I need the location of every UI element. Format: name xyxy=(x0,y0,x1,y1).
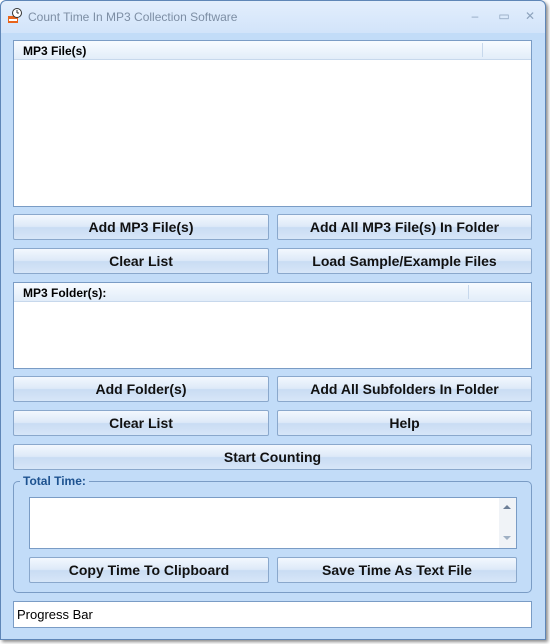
clear-folders-list-button[interactable]: Clear List xyxy=(13,410,269,436)
title-bar[interactable]: Count Time In MP3 Collection Software – … xyxy=(1,1,545,33)
add-mp3-files-button[interactable]: Add MP3 File(s) xyxy=(13,214,269,240)
copy-time-button[interactable]: Copy Time To Clipboard xyxy=(29,557,269,583)
save-time-button[interactable]: Save Time As Text File xyxy=(277,557,517,583)
app-window: Count Time In MP3 Collection Software – … xyxy=(0,0,546,640)
app-icon xyxy=(8,8,22,23)
column-separator[interactable] xyxy=(468,285,469,299)
total-time-output[interactable] xyxy=(29,497,517,549)
window-title: Count Time In MP3 Collection Software xyxy=(28,10,238,24)
add-folders-button[interactable]: Add Folder(s) xyxy=(13,376,269,402)
total-time-label: Total Time: xyxy=(20,474,89,488)
progress-bar-label: Progress Bar xyxy=(17,607,93,622)
add-all-subfolders-button[interactable]: Add All Subfolders In Folder xyxy=(277,376,532,402)
mp3-files-list[interactable]: MP3 File(s) xyxy=(13,40,532,207)
load-sample-files-button[interactable]: Load Sample/Example Files xyxy=(277,248,532,274)
add-all-mp3-in-folder-button[interactable]: Add All MP3 File(s) In Folder xyxy=(277,214,532,240)
scroll-up-icon[interactable] xyxy=(503,505,511,509)
clear-files-list-button[interactable]: Clear List xyxy=(13,248,269,274)
mp3-files-header[interactable]: MP3 File(s) xyxy=(14,41,531,60)
start-counting-button[interactable]: Start Counting xyxy=(13,444,532,470)
help-button[interactable]: Help xyxy=(277,410,532,436)
mp3-folders-column-label: MP3 Folder(s): xyxy=(23,286,107,300)
mp3-folders-list[interactable]: MP3 Folder(s): xyxy=(13,282,532,369)
mp3-files-column-label: MP3 File(s) xyxy=(23,44,87,58)
mp3-folders-header[interactable]: MP3 Folder(s): xyxy=(14,283,531,302)
close-button[interactable]: ✕ xyxy=(523,9,537,23)
minimize-button[interactable]: – xyxy=(468,9,482,23)
progress-bar: Progress Bar xyxy=(13,601,532,628)
total-time-scrollbar[interactable] xyxy=(499,498,516,548)
total-time-group: Total Time: Copy Time To Clipboard Save … xyxy=(13,474,532,593)
column-separator[interactable] xyxy=(482,43,483,57)
maximize-button[interactable]: ▭ xyxy=(497,9,511,23)
scroll-down-icon[interactable] xyxy=(503,536,511,540)
